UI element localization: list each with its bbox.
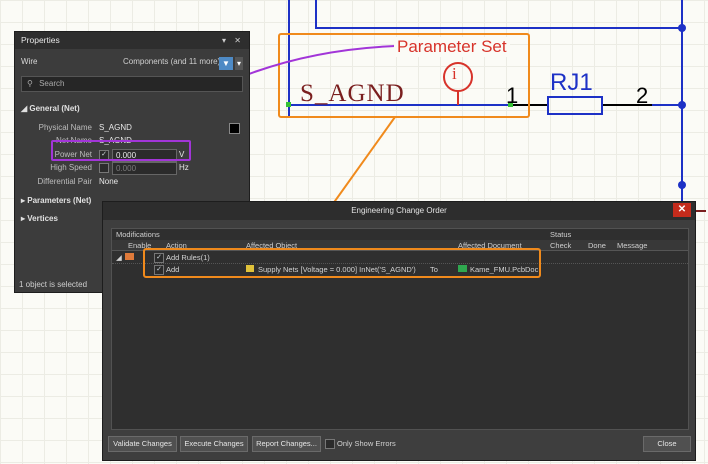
high-speed-input[interactable]: 0.000: [112, 162, 177, 175]
pin-1-number: 1: [506, 83, 519, 108]
column-message[interactable]: Message: [617, 241, 647, 250]
parameter-set-label: Parameter Set: [394, 37, 510, 57]
net-stub: [696, 210, 706, 212]
junction-dot: [678, 24, 686, 32]
execute-changes-button[interactable]: Execute Changes: [180, 436, 248, 452]
only-show-errors-checkbox[interactable]: [325, 439, 335, 449]
search-icon: ⚲: [27, 79, 33, 88]
panel-title: Properties: [21, 35, 60, 45]
info-glyph: i: [452, 64, 457, 83]
panel-title-bar: Properties ▾ ✕: [15, 32, 249, 49]
column-check[interactable]: Check: [550, 241, 571, 250]
status-header: Status: [550, 230, 572, 239]
close-button[interactable]: Close: [643, 436, 691, 452]
close-icon[interactable]: ✕: [673, 203, 691, 217]
filter-text[interactable]: Components (and 11 more): [123, 57, 220, 66]
net-label-s-agnd[interactable]: S_AGND: [300, 80, 405, 108]
section-parameters-net[interactable]: ▸ Parameters (Net): [21, 196, 91, 205]
panel-window-buttons[interactable]: ▾ ✕: [222, 32, 244, 49]
search-input[interactable]: ⚲ Search: [21, 76, 243, 92]
search-placeholder: Search: [39, 79, 65, 88]
report-changes-button[interactable]: Report Changes...: [252, 436, 321, 452]
parameter-set-icon: [443, 62, 473, 92]
selection-status: 1 object is selected: [19, 280, 88, 289]
validate-changes-button[interactable]: Validate Changes: [108, 436, 177, 452]
eco-dialog: Engineering Change Order ✕ Modifications…: [102, 201, 696, 461]
color-swatch[interactable]: [229, 123, 240, 134]
eco-title-bar: Engineering Change Order ✕: [103, 202, 695, 220]
junction-dot: [678, 181, 686, 189]
filter-dropdown-icon[interactable]: ▾: [235, 57, 243, 70]
only-show-errors-label[interactable]: Only Show Errors: [337, 439, 396, 448]
rj1-designator[interactable]: RJ1: [550, 69, 593, 97]
eco-title: Engineering Change Order: [351, 206, 447, 215]
folder-icon: [125, 253, 134, 260]
wire-handle: [286, 102, 291, 107]
rj1-body: [547, 96, 603, 115]
modifications-header: Modifications: [116, 230, 160, 239]
column-done[interactable]: Done: [588, 241, 606, 250]
row-differential-pair: Differential Pair None: [37, 177, 119, 186]
section-general-net[interactable]: ◢ General (Net): [21, 104, 80, 113]
filter-icon[interactable]: ▼: [219, 57, 233, 70]
row-high-speed: High Speed 0.000 Hz: [50, 162, 189, 175]
pin-2-number: 2: [636, 83, 649, 108]
wire-top: [315, 0, 683, 29]
high-speed-checkbox[interactable]: [99, 163, 109, 173]
eco-rows-highlight: [143, 248, 541, 278]
section-vertices[interactable]: ▸ Vertices: [21, 214, 58, 223]
power-net-highlight: [51, 140, 191, 161]
junction-dot: [678, 101, 686, 109]
expand-icon[interactable]: ◢: [116, 253, 122, 262]
object-type: Wire: [21, 57, 38, 66]
row-physical-name: Physical Name S_AGND: [15, 121, 249, 135]
